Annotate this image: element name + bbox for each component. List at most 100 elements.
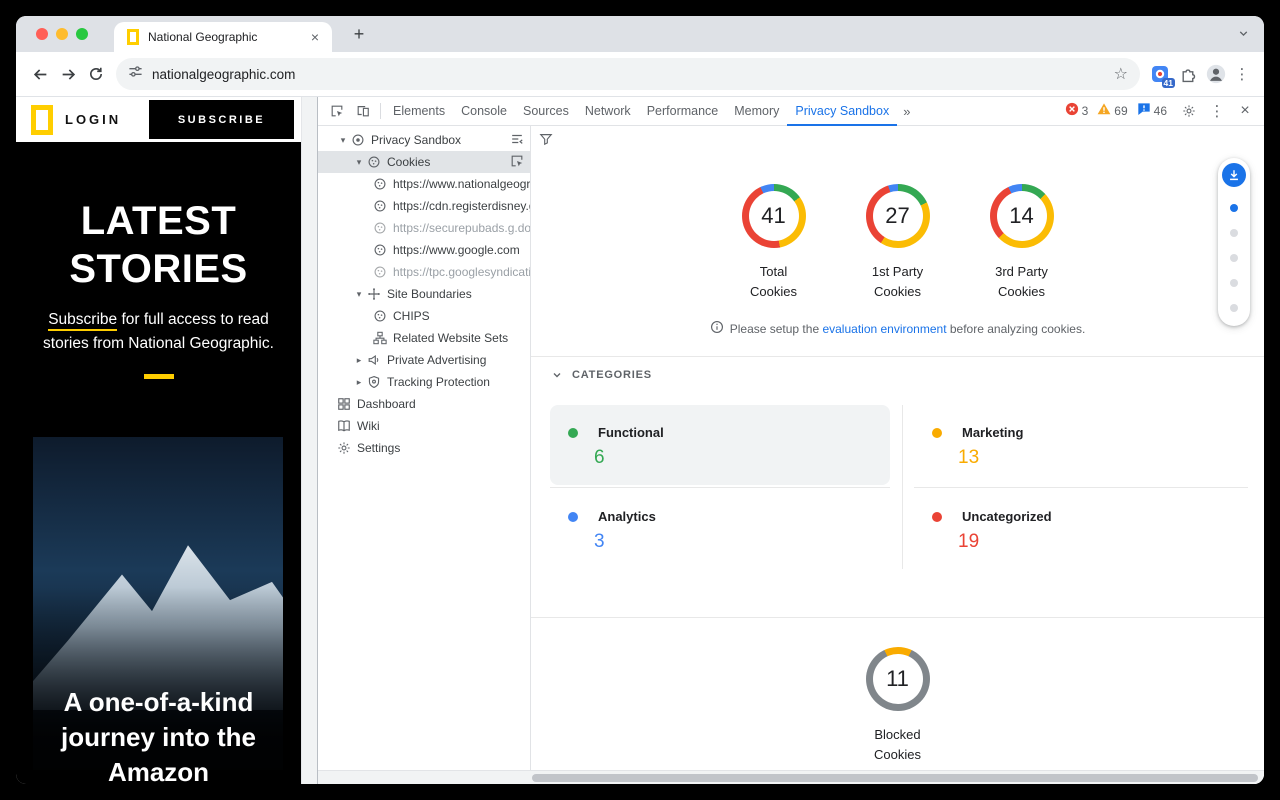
uncategorized-dot-icon bbox=[932, 512, 942, 522]
expander-open-icon[interactable]: ▾ bbox=[352, 157, 366, 168]
new-tab-button[interactable]: + bbox=[346, 21, 372, 47]
tree-item-cookie-origin[interactable]: https://tpc.googlesyndication.com bbox=[318, 261, 530, 283]
megaphone-icon bbox=[366, 353, 382, 367]
issues-count[interactable]: 46 bbox=[1154, 104, 1167, 118]
download-button[interactable] bbox=[1222, 163, 1246, 187]
nav-dot[interactable] bbox=[1230, 304, 1238, 312]
devtools-toolbar: Elements Console Sources Network Perform… bbox=[318, 97, 1264, 126]
tree-item-label: Cookies bbox=[387, 155, 430, 169]
evaluation-environment-link[interactable]: evaluation environment bbox=[822, 322, 946, 336]
category-name: Analytics bbox=[598, 509, 656, 524]
tree-item-dashboard[interactable]: Dashboard bbox=[318, 393, 530, 415]
scrollbar-thumb[interactable] bbox=[532, 774, 1258, 782]
tab-privacy-sandbox[interactable]: Privacy Sandbox bbox=[787, 97, 897, 126]
device-toolbar-icon[interactable] bbox=[350, 98, 376, 124]
tab-console[interactable]: Console bbox=[453, 97, 515, 126]
page-scrollbar[interactable] bbox=[301, 97, 317, 784]
nav-dot[interactable] bbox=[1230, 229, 1238, 237]
tab-memory[interactable]: Memory bbox=[726, 97, 787, 126]
subscribe-button[interactable]: SUBSCRIBE bbox=[149, 100, 294, 139]
address-field[interactable]: nationalgeographic.com ☆ bbox=[116, 58, 1140, 90]
issues-icon[interactable] bbox=[1137, 102, 1151, 121]
site-settings-icon[interactable] bbox=[128, 64, 143, 84]
tree-item-private-advertising[interactable]: ▸ Private Advertising bbox=[318, 349, 530, 371]
collapse-sidebar-icon[interactable] bbox=[510, 132, 530, 149]
browser-menu-icon[interactable]: ⋮ bbox=[1230, 65, 1254, 83]
nav-dot[interactable] bbox=[1230, 254, 1238, 262]
inspect-icon[interactable] bbox=[510, 154, 530, 171]
tree-item-chips[interactable]: CHIPS bbox=[318, 305, 530, 327]
devtools-settings-gear-icon[interactable] bbox=[1176, 98, 1202, 124]
category-card-functional[interactable]: Functional 6 bbox=[550, 405, 890, 485]
horizontal-scrollbar[interactable] bbox=[318, 770, 1264, 784]
maximize-window-button[interactable] bbox=[76, 28, 88, 40]
more-tabs-icon[interactable]: » bbox=[897, 104, 916, 119]
tree-item-cookie-origin[interactable]: https://www.google.com bbox=[318, 239, 530, 261]
browser-window: National Geographic × + nationalgeograph… bbox=[16, 16, 1264, 784]
tab-close-icon[interactable]: × bbox=[306, 29, 324, 45]
expander-open-icon[interactable]: ▾ bbox=[352, 289, 366, 300]
url-text[interactable]: nationalgeographic.com bbox=[152, 67, 1105, 82]
extensions-puzzle-icon[interactable] bbox=[1174, 60, 1202, 88]
devtools-menu-icon[interactable]: ⋮ bbox=[1205, 102, 1229, 120]
error-count[interactable]: 3 bbox=[1082, 104, 1089, 118]
filter-funnel-icon[interactable] bbox=[539, 132, 553, 151]
nav-dot[interactable] bbox=[1230, 279, 1238, 287]
tab-elements[interactable]: Elements bbox=[385, 97, 453, 126]
blocked-cookies-label: Blocked Cookies bbox=[874, 725, 921, 764]
category-card-analytics[interactable]: Analytics 3 bbox=[550, 489, 890, 569]
expander-open-icon[interactable]: ▾ bbox=[336, 135, 350, 146]
nav-dot-active[interactable] bbox=[1230, 204, 1238, 212]
tree-item-label: Private Advertising bbox=[387, 353, 486, 367]
tab-sources[interactable]: Sources bbox=[515, 97, 577, 126]
total-cookies-value: 41 bbox=[761, 203, 785, 229]
tree-item-label: https://tpc.googlesyndication.com bbox=[393, 265, 530, 279]
tree-item-cookie-origin[interactable]: https://cdn.registerdisney.go.com bbox=[318, 195, 530, 217]
first-party-cookies-label: 1st Party Cookies bbox=[872, 262, 923, 301]
tree-item-cookies[interactable]: ▾ Cookies bbox=[318, 151, 530, 173]
tree-item-privacy-sandbox[interactable]: ▾ Privacy Sandbox bbox=[318, 129, 530, 151]
tree-item-related-website-sets[interactable]: Related Website Sets bbox=[318, 327, 530, 349]
cookies-report-panel: 41 Total Cookies 27 bbox=[531, 126, 1264, 770]
category-name: Marketing bbox=[962, 425, 1023, 440]
devtools-close-icon[interactable]: × bbox=[1232, 98, 1258, 124]
tree-item-label: Tracking Protection bbox=[387, 375, 490, 389]
setup-info-banner: Please setup the evaluation environment … bbox=[531, 320, 1264, 337]
natgeo-logo[interactable] bbox=[31, 105, 53, 135]
category-card-uncategorized[interactable]: Uncategorized 19 bbox=[914, 489, 1248, 569]
expander-closed-icon[interactable]: ▸ bbox=[352, 377, 366, 388]
cookie-icon bbox=[372, 265, 388, 279]
warning-icon[interactable] bbox=[1097, 102, 1111, 121]
tab-strip: National Geographic × + bbox=[16, 16, 1264, 52]
tab-performance[interactable]: Performance bbox=[639, 97, 727, 126]
tree-item-wiki[interactable]: Wiki bbox=[318, 415, 530, 437]
minimize-window-button[interactable] bbox=[56, 28, 68, 40]
tree-item-cookie-origin[interactable]: https://www.nationalgeographic.com bbox=[318, 173, 530, 195]
url-bar: nationalgeographic.com ☆ 41 ⋮ bbox=[16, 52, 1264, 97]
tree-item-label: Site Boundaries bbox=[387, 287, 472, 301]
category-card-marketing[interactable]: Marketing 13 bbox=[914, 405, 1248, 485]
extension-with-badge-icon[interactable]: 41 bbox=[1146, 60, 1174, 88]
login-link[interactable]: LOGIN bbox=[65, 112, 121, 127]
tab-search-chevron-icon[interactable] bbox=[1237, 27, 1250, 45]
bookmark-star-icon[interactable]: ☆ bbox=[1114, 64, 1128, 84]
category-count: 19 bbox=[958, 531, 1248, 553]
forward-icon[interactable] bbox=[54, 60, 82, 88]
back-icon[interactable] bbox=[26, 60, 54, 88]
tree-item-site-boundaries[interactable]: ▾ Site Boundaries bbox=[318, 283, 530, 305]
sitemap-icon bbox=[372, 331, 388, 345]
expander-closed-icon[interactable]: ▸ bbox=[352, 355, 366, 366]
profile-avatar[interactable] bbox=[1202, 60, 1230, 88]
reload-icon[interactable] bbox=[82, 60, 110, 88]
error-icon[interactable] bbox=[1065, 102, 1079, 121]
warning-count[interactable]: 69 bbox=[1114, 104, 1127, 118]
tree-item-settings[interactable]: Settings bbox=[318, 437, 530, 459]
inspect-element-icon[interactable] bbox=[324, 98, 350, 124]
tree-item-tracking-protection[interactable]: ▸ Tracking Protection bbox=[318, 371, 530, 393]
subscribe-link[interactable]: Subscribe bbox=[48, 311, 117, 331]
categories-header[interactable]: CATEGORIES bbox=[551, 369, 652, 381]
tab-network[interactable]: Network bbox=[577, 97, 639, 126]
close-window-button[interactable] bbox=[36, 28, 48, 40]
browser-tab[interactable]: National Geographic × bbox=[114, 22, 332, 52]
tree-item-cookie-origin[interactable]: https://securepubads.g.doubleclick.net bbox=[318, 217, 530, 239]
